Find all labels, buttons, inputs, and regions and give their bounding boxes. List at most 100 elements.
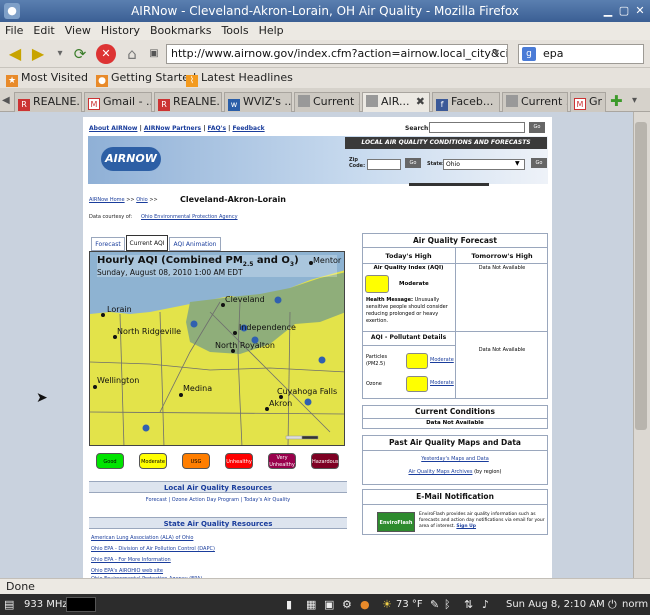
home-icon[interactable]: ⌂ (122, 44, 142, 64)
menu-edit[interactable]: Edit (28, 22, 59, 37)
state-link-airohio[interactable]: Ohio EPA's AIROHIO web site (91, 568, 163, 574)
state-link-info[interactable]: Ohio EPA - For More Information (91, 557, 171, 563)
tab-wviz[interactable]: w WVIZ's ... (224, 92, 292, 112)
desktop-icon[interactable]: ▤ (4, 594, 14, 615)
menu-bookmarks[interactable]: Bookmarks (145, 22, 216, 37)
state-resources-header: State Air Quality Resources (89, 517, 347, 529)
stop-icon[interactable]: ✕ (96, 44, 116, 64)
menu-file[interactable]: File (0, 22, 28, 37)
archives-link[interactable]: Air Quality Maps Archives (408, 469, 472, 475)
temperature: 73 °F (396, 599, 423, 610)
state-link-ala[interactable]: American Lung Association (ALA) of Ohio (91, 535, 193, 541)
scrollbar-thumb[interactable] (635, 122, 647, 430)
sign-up-link[interactable]: Sign Up (456, 524, 476, 529)
bookmark-latest-headlines[interactable]: ⌇ Latest Headlines (186, 71, 293, 87)
tab-current-1[interactable]: Current ... (294, 92, 360, 112)
bluetooth-icon[interactable]: ᛒ (444, 594, 451, 615)
zip-label: Zip Code: (349, 157, 366, 169)
faqs-link[interactable]: FAQ's (208, 125, 227, 132)
search-label: Search: (405, 125, 431, 132)
clock[interactable]: Sun Aug 8, 2:10 AM (506, 594, 605, 615)
breadcrumb-state[interactable]: Ohio (136, 197, 148, 203)
airnow-partners-link[interactable]: AIRNow Partners (144, 125, 201, 132)
photo-icon[interactable]: ▣ (324, 594, 334, 615)
search-engine-icon[interactable]: g (522, 47, 536, 61)
tab-bar: ◀ R REALNE... M Gmail - ... R REALNE... w WV… (0, 90, 650, 113)
breadcrumb-home[interactable]: AIRNow Home (89, 197, 125, 203)
zip-input[interactable] (367, 159, 401, 170)
new-tab-icon[interactable]: ✚ (610, 92, 623, 110)
state-select[interactable]: Ohio (443, 159, 525, 170)
chevron-down-icon[interactable]: ▼ (515, 160, 520, 167)
state-link-dapc[interactable]: Ohio EPA - Division of Air Pollution Con… (91, 546, 215, 552)
window-list-icon[interactable]: ▮ (286, 594, 292, 615)
history-dropdown-icon[interactable]: ▾ (50, 44, 70, 64)
about-airnow-link[interactable]: About AIRNow (89, 125, 137, 132)
legend-very-unhealthy: Very Unhealthy (268, 453, 296, 469)
zip-go-button[interactable]: Go (405, 158, 421, 168)
banner-underline (409, 183, 489, 186)
firefox-icon[interactable]: ● (4, 3, 20, 19)
url-dropdown-icon[interactable]: ▾ (494, 47, 499, 58)
site-identity-icon[interactable]: ▣ (144, 44, 164, 64)
tab-gmail[interactable]: M Gmail - ... (84, 92, 152, 112)
enviroflash-logo[interactable]: EnviroFlash (377, 512, 415, 532)
close-tab-icon[interactable]: ✖ (416, 93, 425, 111)
local-resources-links[interactable]: Forecast | Ozone Action Day Program | To… (89, 497, 347, 503)
url-bar[interactable]: http://www.airnow.gov/index.cfm?action=a… (166, 44, 508, 64)
ozone-moderate-link[interactable]: Moderate (430, 380, 454, 386)
site-search-input[interactable] (429, 122, 525, 133)
bookmark-folder-icon: ★ (6, 75, 18, 87)
particles-moderate-link[interactable]: Moderate (430, 357, 454, 363)
divider (362, 504, 548, 505)
airnow-logo[interactable]: AIRNOW (101, 147, 161, 171)
settings-icon[interactable]: ⚙ (342, 594, 352, 615)
firefox-taskbar-icon[interactable]: ● (360, 594, 370, 615)
archives-line: Air Quality Maps Archives (by region) (408, 469, 502, 475)
feedback-link[interactable]: Feedback (232, 125, 264, 132)
site-search-go-button[interactable]: Go (529, 122, 545, 133)
tab-list-icon[interactable]: ▾ (632, 95, 637, 106)
tab-current-aqi[interactable]: Current AQI (126, 235, 168, 251)
tab-realne-2[interactable]: R REALNE... (154, 92, 222, 112)
ozone-swatch (406, 376, 428, 392)
menu-help[interactable]: Help (254, 22, 289, 37)
page-favicon: w (228, 99, 240, 111)
tab-scroll-left-icon[interactable]: ◀ (2, 95, 10, 106)
maximize-icon[interactable]: ▢ (616, 3, 632, 19)
notes-icon[interactable]: ✎ (430, 594, 439, 615)
minimize-icon[interactable]: ▁ (600, 3, 616, 19)
menu-view[interactable]: View (60, 22, 96, 37)
volume-icon[interactable]: ♪ (482, 594, 489, 615)
power-icon[interactable]: ⏻ (608, 594, 617, 615)
state-label: State: (427, 161, 445, 167)
airnow-page: About AIRNow | AIRNow Partners | FAQ's |… (83, 117, 552, 578)
back-icon[interactable]: ◀ (5, 44, 25, 64)
menu-tools[interactable]: Tools (216, 22, 253, 37)
close-window-icon[interactable]: ✕ (632, 3, 648, 19)
tab-realne-1[interactable]: R REALNE... (14, 92, 82, 112)
city-label-wellington: Wellington (97, 376, 140, 385)
menu-history[interactable]: History (96, 22, 145, 37)
network-icon[interactable]: ⇅ (464, 594, 473, 615)
bookmark-most-visited[interactable]: ★ Most Visited (6, 71, 88, 87)
legend-unhealthy: Unhealthy (225, 453, 253, 469)
yesterdays-maps-link[interactable]: Yesterday's Maps and Data (362, 456, 548, 462)
reload-icon[interactable]: ⟳ (70, 44, 90, 64)
bookmark-getting-started[interactable]: ● Getting Started (96, 71, 196, 87)
legend-good: Good (96, 453, 124, 469)
tab-aqi-animation[interactable]: AQI Animation (169, 237, 221, 251)
divider (362, 345, 455, 346)
window-title: AIRNow - Cleveland-Akron-Lorain, OH Air … (131, 4, 519, 18)
data-source-link[interactable]: Ohio Environmental Protection Agency (141, 214, 238, 220)
tab-airnow[interactable]: AIR... ✖ (362, 92, 430, 113)
tab-facebook[interactable]: f Faceb... (432, 92, 500, 112)
tab-current-2[interactable]: Current ... (502, 92, 568, 112)
calculator-icon[interactable]: ▦ (306, 594, 316, 615)
tab-forecast[interactable]: Forecast (91, 237, 125, 251)
search-input[interactable]: epa (518, 44, 644, 64)
forward-icon[interactable]: ▶ (28, 44, 48, 64)
tab-gmail-2[interactable]: M Gr (570, 92, 606, 112)
facebook-favicon: f (436, 99, 448, 111)
state-go-button[interactable]: Go (531, 158, 547, 168)
